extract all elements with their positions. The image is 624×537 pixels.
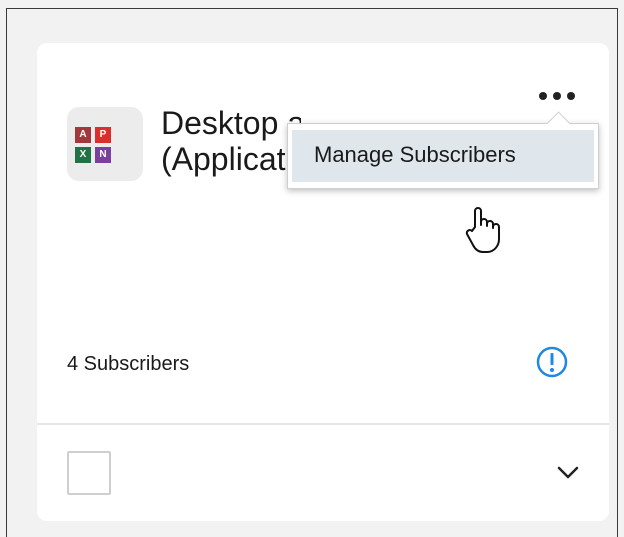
- app-card: A P X N Desktop and Apps (Applications) …: [37, 43, 609, 521]
- subscriber-count: 4 Subscribers: [67, 353, 190, 375]
- chevron-down-icon[interactable]: [557, 465, 579, 481]
- hand-cursor-icon: [465, 207, 500, 253]
- onenote-icon: N: [95, 147, 111, 163]
- dot-icon: [553, 92, 561, 100]
- office-apps-icon: A P X N: [67, 107, 143, 181]
- window-frame: A P X N Desktop and Apps (Applications) …: [6, 8, 618, 537]
- excel-icon: X: [75, 147, 91, 163]
- select-checkbox[interactable]: [67, 451, 111, 495]
- more-options-button[interactable]: [531, 83, 583, 109]
- pdf-icon: P: [95, 127, 111, 143]
- dot-icon: [539, 92, 547, 100]
- info-icon[interactable]: [535, 345, 569, 379]
- context-menu: Manage Subscribers: [287, 111, 599, 189]
- card-divider: [37, 423, 609, 425]
- card-title: Desktop and Apps (Applications): [161, 105, 301, 177]
- access-icon: A: [75, 127, 91, 143]
- card-title-line1: Desktop and Apps: [161, 105, 301, 141]
- dot-icon: [567, 92, 575, 100]
- card-title-line2: (Applications): [161, 141, 301, 177]
- menu-item-manage-subscribers[interactable]: Manage Subscribers: [292, 130, 594, 182]
